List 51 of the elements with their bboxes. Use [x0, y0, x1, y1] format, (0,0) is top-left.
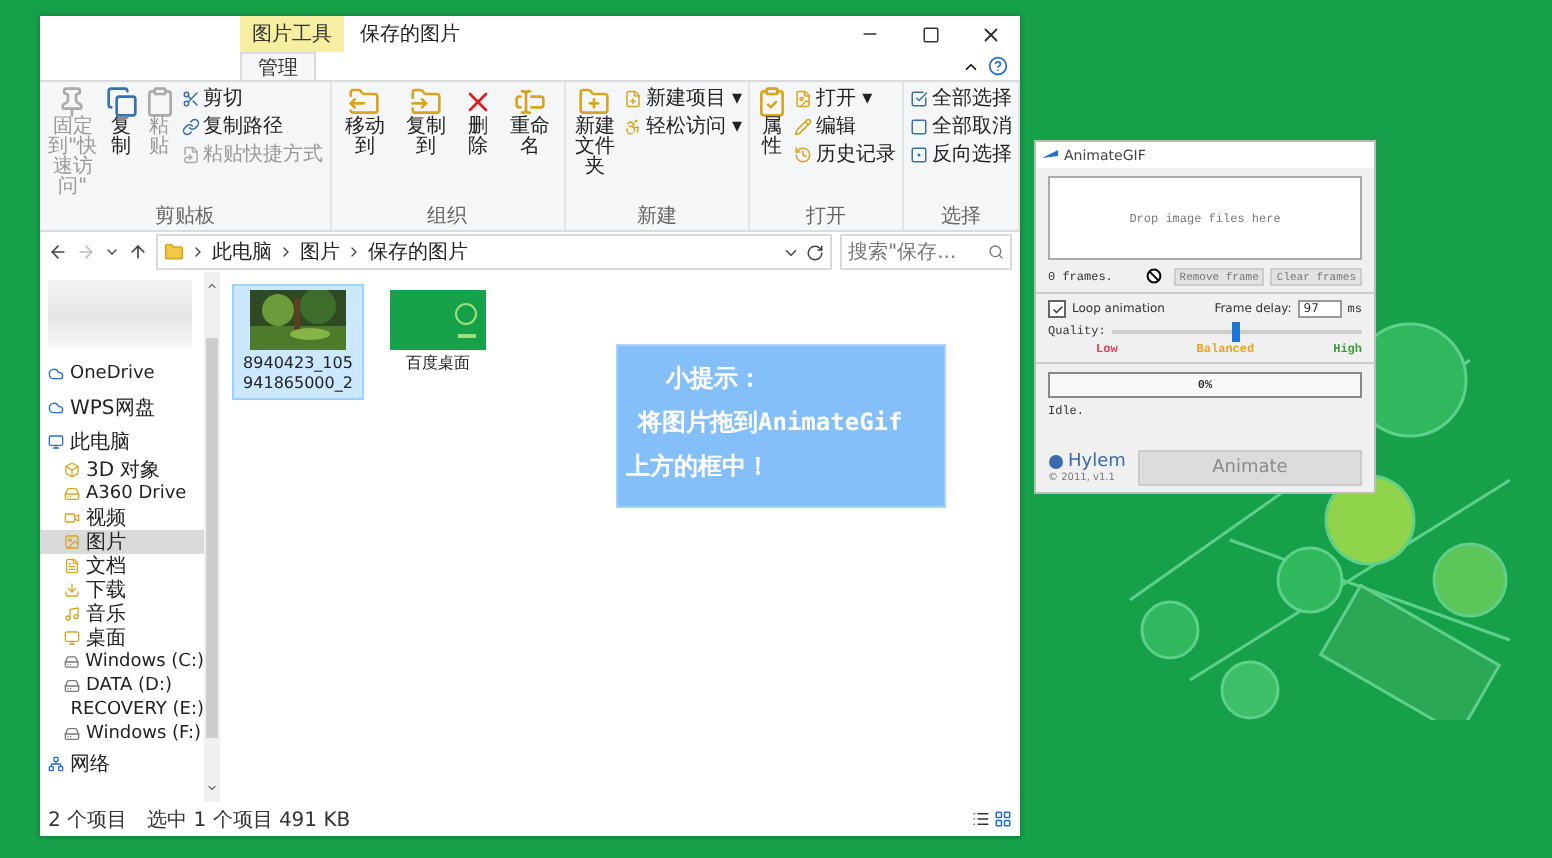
ribbon-button[interactable]: 历史记录 — [794, 142, 896, 168]
address-bar[interactable]: 此电脑 图片 保存的图片 — [156, 234, 832, 270]
nav-item[interactable]: 文档 — [40, 554, 204, 578]
tip-title: 小提示： — [663, 362, 764, 396]
window-title: 保存的图片 — [360, 21, 460, 50]
group-label: 新建 — [636, 206, 677, 230]
group-label: 剪贴板 — [154, 206, 215, 230]
nav-item[interactable]: 音乐 — [40, 602, 204, 626]
ribbon-button[interactable]: 复制到 — [398, 86, 454, 158]
tip-text: 将图片拖到AnimateGif — [635, 406, 905, 440]
nav-item[interactable]: 此电脑 — [40, 430, 204, 454]
nav-item[interactable]: Windows (F:) — [40, 722, 204, 746]
ribbon-button[interactable]: 全部选择 — [910, 86, 1012, 112]
nav-item[interactable]: A360 Drive — [40, 482, 204, 506]
nav-item[interactable]: 桌面 — [40, 626, 204, 650]
nav-item[interactable]: 3D 对象 — [40, 458, 204, 482]
ribbon-button[interactable]: 复制路径 — [181, 114, 324, 140]
nav-item[interactable]: RECOVERY (E:) — [40, 698, 204, 722]
group-label: 组织 — [427, 206, 468, 230]
ribbon-button[interactable]: 新建项目 ▾ — [623, 86, 742, 112]
item-count: 2 个项目 — [48, 807, 128, 833]
file-item[interactable]: 8940423_105941865000_2 — [232, 284, 364, 400]
ribbon-button[interactable]: 编辑 — [794, 114, 896, 140]
nav-item[interactable]: 下载 — [40, 578, 204, 602]
nav-item[interactable]: OneDrive — [40, 362, 204, 386]
group-label: 打开 — [806, 206, 846, 230]
ribbon-button[interactable]: 属性 — [756, 86, 788, 158]
ribbon-tab[interactable]: 管理 — [240, 52, 316, 80]
selection-info: 选中 1 个项目 491 KB — [147, 807, 351, 833]
ribbon-button[interactable]: 轻松访问 ▾ — [623, 114, 742, 140]
logo-text: Hylem — [1068, 452, 1126, 472]
nav-item[interactable]: Windows (C:) — [40, 650, 204, 674]
nav-item[interactable]: WPS网盘 — [40, 396, 204, 420]
ribbon-button[interactable]: 打开 ▾ — [794, 86, 896, 112]
group-label: 选择 — [941, 206, 981, 230]
search-field[interactable]: 搜索"保存... — [840, 234, 1012, 270]
nav-item[interactable]: 图片 — [40, 530, 204, 554]
ribbon-button[interactable]: 剪切 — [181, 86, 324, 112]
context-tab-header: 图片工具 — [240, 16, 344, 52]
nav-item[interactable]: 网络 — [40, 752, 204, 776]
ribbon-button[interactable]: 新建文件夹 — [571, 86, 618, 178]
ribbon-button[interactable]: 全部取消 — [910, 114, 1012, 140]
ribbon-button[interactable]: 重命名 — [502, 86, 558, 158]
ribbon-button[interactable]: 反向选择 — [910, 142, 1012, 168]
tip-text: 上方的框中！ — [626, 450, 772, 484]
ribbon-button[interactable]: 移动到 — [337, 86, 393, 158]
ribbon-button[interactable]: 复制 — [105, 86, 138, 158]
nav-item[interactable]: 视频 — [40, 506, 204, 530]
file-item[interactable]: 百度桌面 — [372, 284, 504, 380]
ribbon-button[interactable]: 删除 — [459, 86, 497, 158]
nav-item[interactable]: DATA (D:) — [40, 674, 204, 698]
